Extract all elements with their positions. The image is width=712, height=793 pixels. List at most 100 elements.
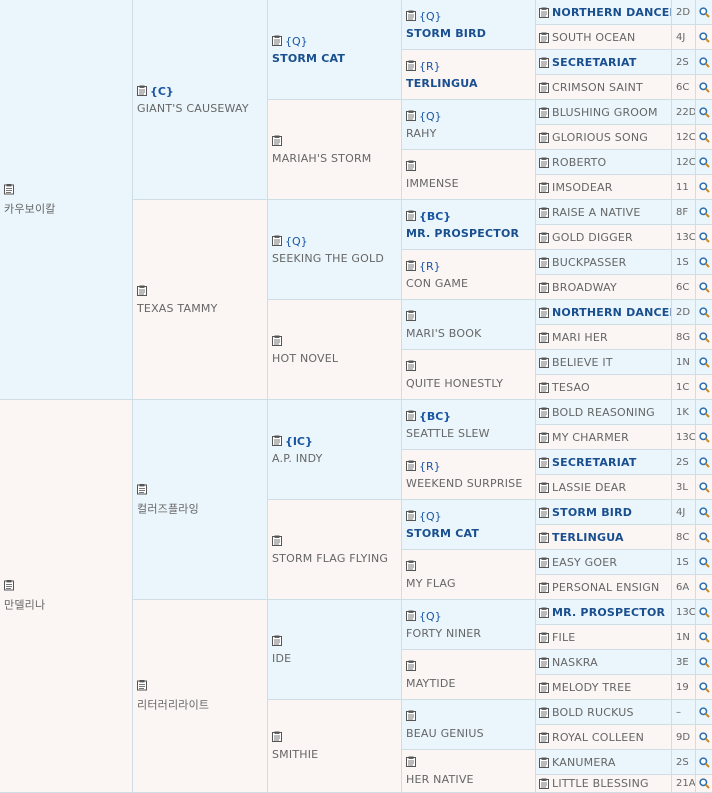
horse-name[interactable]: BELIEVE IT [552, 356, 613, 369]
horse-name[interactable]: LASSIE DEAR [552, 481, 626, 494]
search-icon[interactable] [696, 475, 712, 500]
horse-name[interactable]: STORM BIRD [406, 27, 533, 40]
clipboard-icon[interactable] [539, 157, 549, 168]
search-icon[interactable] [696, 75, 712, 100]
clipboard-icon[interactable] [539, 107, 549, 118]
horse-name[interactable]: TERLINGUA [552, 531, 624, 544]
horse-name[interactable]: IMSODEAR [552, 181, 613, 194]
horse-name[interactable]: HER NATIVE [406, 773, 533, 786]
clipboard-icon[interactable] [272, 635, 282, 646]
search-icon[interactable] [696, 750, 712, 775]
horse-name[interactable]: EASY GOER [552, 556, 617, 569]
clipboard-icon[interactable] [272, 235, 282, 246]
horse-name[interactable]: GIANT'S CAUSEWAY [137, 102, 265, 115]
search-icon[interactable] [696, 450, 712, 475]
search-icon[interactable] [696, 550, 712, 575]
clipboard-icon[interactable] [406, 756, 416, 767]
horse-name[interactable]: STORM FLAG FLYING [272, 552, 399, 565]
clipboard-icon[interactable] [539, 707, 549, 718]
clipboard-icon[interactable] [406, 10, 416, 21]
clipboard-icon[interactable] [539, 457, 549, 468]
horse-name[interactable]: GLORIOUS SONG [552, 131, 648, 144]
horse-name[interactable]: MY FLAG [406, 577, 533, 590]
clipboard-icon[interactable] [137, 285, 147, 296]
horse-name[interactable]: NORTHERN DANCER [552, 6, 671, 19]
clipboard-icon[interactable] [539, 507, 549, 518]
horse-name[interactable]: MELODY TREE [552, 681, 631, 694]
search-icon[interactable] [696, 600, 712, 625]
horse-name[interactable]: IDE [272, 652, 399, 665]
search-icon[interactable] [696, 50, 712, 75]
horse-name[interactable]: NORTHERN DANCER [552, 306, 671, 319]
horse-name[interactable]: KANUMERA [552, 756, 616, 769]
horse-name[interactable]: SMITHIE [272, 748, 399, 761]
clipboard-icon[interactable] [272, 35, 282, 46]
search-icon[interactable] [696, 200, 712, 225]
clipboard-icon[interactable] [539, 757, 549, 768]
clipboard-icon[interactable] [539, 57, 549, 68]
clipboard-icon[interactable] [406, 460, 416, 471]
horse-name[interactable]: A.P. INDY [272, 452, 399, 465]
horse-name[interactable]: MARIAH'S STORM [272, 152, 399, 165]
clipboard-icon[interactable] [137, 85, 147, 96]
horse-name[interactable]: MR. PROSPECTOR [406, 227, 533, 240]
clipboard-icon[interactable] [406, 510, 416, 521]
horse-name[interactable]: LITTLE BLESSING [552, 777, 649, 790]
clipboard-icon[interactable] [4, 183, 14, 194]
search-icon[interactable] [696, 775, 712, 793]
search-icon[interactable] [696, 325, 712, 350]
search-icon[interactable] [696, 425, 712, 450]
clipboard-icon[interactable] [272, 731, 282, 742]
search-icon[interactable] [696, 150, 712, 175]
horse-name[interactable]: RAISE A NATIVE [552, 206, 641, 219]
search-icon[interactable] [696, 100, 712, 125]
horse-name[interactable]: TERLINGUA [406, 77, 533, 90]
clipboard-icon[interactable] [406, 410, 416, 421]
horse-name[interactable]: NASKRA [552, 656, 598, 669]
clipboard-icon[interactable] [539, 132, 549, 143]
search-icon[interactable] [696, 275, 712, 300]
clipboard-icon[interactable] [539, 282, 549, 293]
horse-name[interactable]: WEEKEND SURPRISE [406, 477, 533, 490]
clipboard-icon[interactable] [137, 680, 147, 691]
horse-name[interactable]: SOUTH OCEAN [552, 31, 635, 44]
clipboard-icon[interactable] [272, 335, 282, 346]
clipboard-icon[interactable] [539, 432, 549, 443]
clipboard-icon[interactable] [539, 732, 549, 743]
clipboard-icon[interactable] [539, 182, 549, 193]
clipboard-icon[interactable] [272, 135, 282, 146]
horse-name[interactable]: RAHY [406, 127, 533, 140]
horse-name[interactable]: STORM CAT [406, 527, 533, 540]
clipboard-icon[interactable] [406, 660, 416, 671]
horse-name[interactable]: 카우보이칼 [4, 200, 130, 216]
horse-name[interactable]: CON GAME [406, 277, 533, 290]
horse-name[interactable]: MARI HER [552, 331, 608, 344]
clipboard-icon[interactable] [4, 580, 14, 591]
search-icon[interactable] [696, 25, 712, 50]
clipboard-icon[interactable] [539, 232, 549, 243]
search-icon[interactable] [696, 525, 712, 550]
horse-name[interactable]: 컬러즈플라잉 [137, 500, 265, 516]
search-icon[interactable] [696, 625, 712, 650]
horse-name[interactable]: QUITE HONESTLY [406, 377, 533, 390]
search-icon[interactable] [696, 675, 712, 700]
horse-name[interactable]: PERSONAL ENSIGN [552, 581, 659, 594]
clipboard-icon[interactable] [406, 710, 416, 721]
search-icon[interactable] [696, 725, 712, 750]
horse-name[interactable]: 만델리나 [4, 597, 130, 613]
horse-name[interactable]: MR. PROSPECTOR [552, 606, 665, 619]
horse-name[interactable]: SECRETARIAT [552, 456, 637, 469]
horse-name[interactable]: GOLD DIGGER [552, 231, 633, 244]
clipboard-icon[interactable] [406, 210, 416, 221]
horse-name[interactable]: BEAU GENIUS [406, 727, 533, 740]
clipboard-icon[interactable] [406, 260, 416, 271]
horse-name[interactable]: TEXAS TAMMY [137, 302, 265, 315]
search-icon[interactable] [696, 400, 712, 425]
clipboard-icon[interactable] [539, 682, 549, 693]
clipboard-icon[interactable] [406, 60, 416, 71]
search-icon[interactable] [696, 375, 712, 400]
clipboard-icon[interactable] [539, 307, 549, 318]
horse-name[interactable]: STORM BIRD [552, 506, 632, 519]
clipboard-icon[interactable] [539, 82, 549, 93]
horse-name[interactable]: SEEKING THE GOLD [272, 252, 399, 265]
